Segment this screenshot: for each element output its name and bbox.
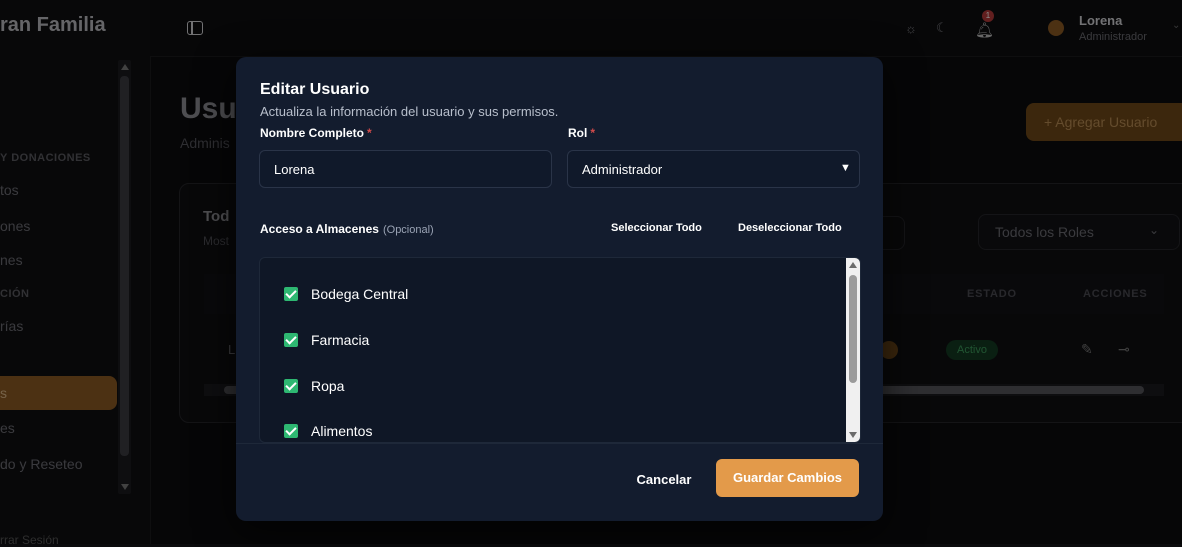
warehouse-name: Bodega Central bbox=[311, 286, 409, 302]
warehouse-name: Ropa bbox=[311, 378, 345, 394]
required-mark: * bbox=[367, 126, 372, 140]
cancel-button[interactable]: Cancelar bbox=[624, 463, 704, 497]
warehouse-list-scrollbar[interactable] bbox=[846, 258, 860, 442]
optional-hint: (Opcional) bbox=[382, 224, 434, 236]
scrollbar-thumb[interactable] bbox=[849, 275, 857, 383]
name-label: Nombre Completo * bbox=[260, 126, 372, 140]
checkbox-checked[interactable] bbox=[284, 333, 298, 347]
checkbox-checked[interactable] bbox=[284, 379, 298, 393]
required-mark: * bbox=[590, 126, 596, 140]
edit-user-modal: Editar Usuario Actualiza la información … bbox=[236, 57, 883, 521]
warehouse-access-text: Acceso a Almacenes bbox=[260, 222, 379, 236]
scroll-up-icon[interactable] bbox=[849, 262, 857, 268]
chevron-down-icon: ▼ bbox=[840, 162, 851, 174]
role-select-value: Administrador bbox=[582, 162, 663, 177]
warehouse-access-label: Acceso a Almacenes (Opcional) bbox=[260, 222, 434, 236]
warehouse-name: Alimentos bbox=[311, 423, 373, 439]
role-label-text: Rol bbox=[568, 126, 588, 140]
full-name-value: Lorena bbox=[274, 162, 315, 177]
name-label-text: Nombre Completo bbox=[260, 126, 365, 140]
modal-description: Actualiza la información del usuario y s… bbox=[260, 104, 559, 119]
scroll-down-icon[interactable] bbox=[849, 432, 857, 438]
full-name-input[interactable]: Lorena bbox=[259, 150, 552, 188]
warehouse-list: Bodega Central Farmacia Ropa Alimentos bbox=[259, 257, 861, 443]
select-all-button[interactable]: Seleccionar Todo bbox=[611, 222, 702, 234]
deselect-all-button[interactable]: Deseleccionar Todo bbox=[738, 222, 842, 234]
warehouse-name: Farmacia bbox=[311, 332, 370, 348]
save-changes-button[interactable]: Guardar Cambios bbox=[716, 459, 859, 497]
modal-footer-divider bbox=[236, 443, 883, 444]
role-label: Rol * bbox=[568, 126, 595, 140]
checkbox-checked[interactable] bbox=[284, 287, 298, 301]
modal-title: Editar Usuario bbox=[260, 81, 370, 98]
checkbox-checked[interactable] bbox=[284, 424, 298, 438]
role-select[interactable]: Administrador ▼ bbox=[567, 150, 860, 188]
